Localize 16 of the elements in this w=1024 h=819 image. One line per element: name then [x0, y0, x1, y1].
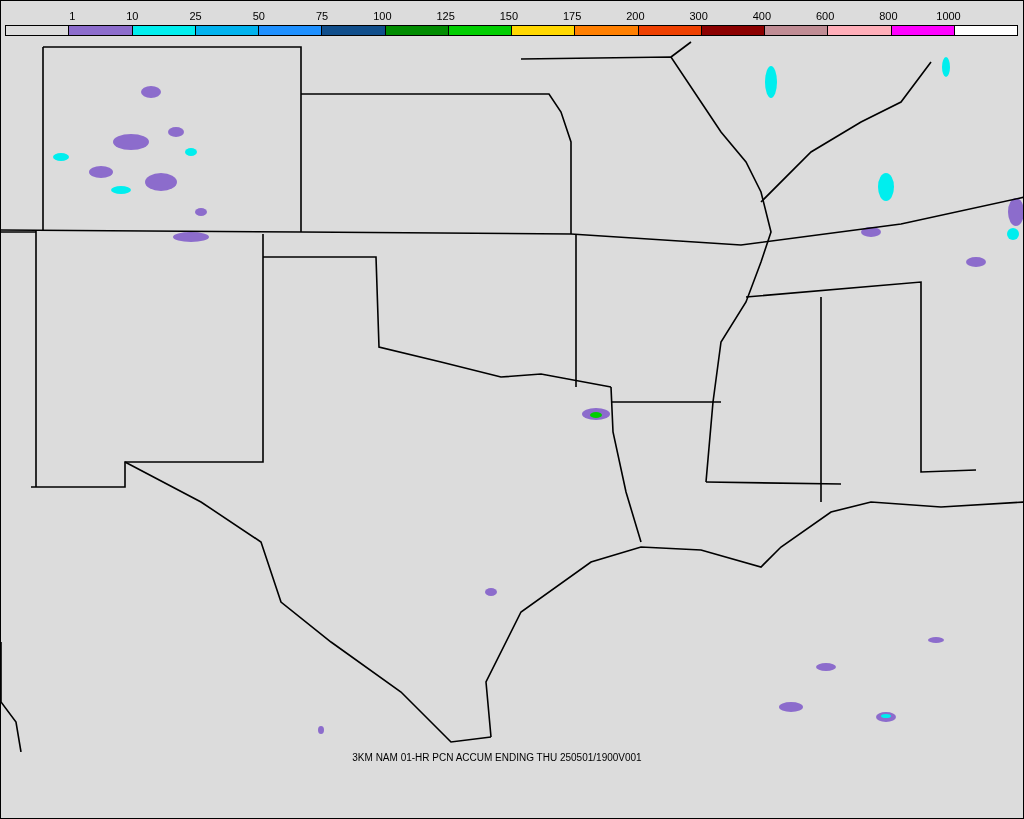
legend-label: 200 — [626, 10, 645, 22]
legend-label: 150 — [499, 10, 518, 22]
map-caption: 3KM NAM 01-HR PCN ACCUM ENDING THU 250501/1900V001 — [352, 752, 642, 763]
legend-label: 600 — [815, 10, 835, 22]
legend-label: 300 — [689, 10, 708, 22]
legend-label: 175 — [562, 10, 582, 22]
legend-label: 10 — [126, 10, 139, 22]
legend-label: 125 — [436, 10, 455, 22]
legend-label: 1000 — [936, 10, 961, 22]
legend-label: 1 — [69, 10, 76, 22]
legend-label: 75 — [316, 10, 329, 22]
legend-label: 400 — [752, 10, 771, 22]
legend-label: 50 — [252, 10, 265, 22]
legend-label: 25 — [189, 10, 202, 22]
legend-label: 100 — [373, 10, 392, 22]
legend-label: 800 — [879, 10, 898, 22]
